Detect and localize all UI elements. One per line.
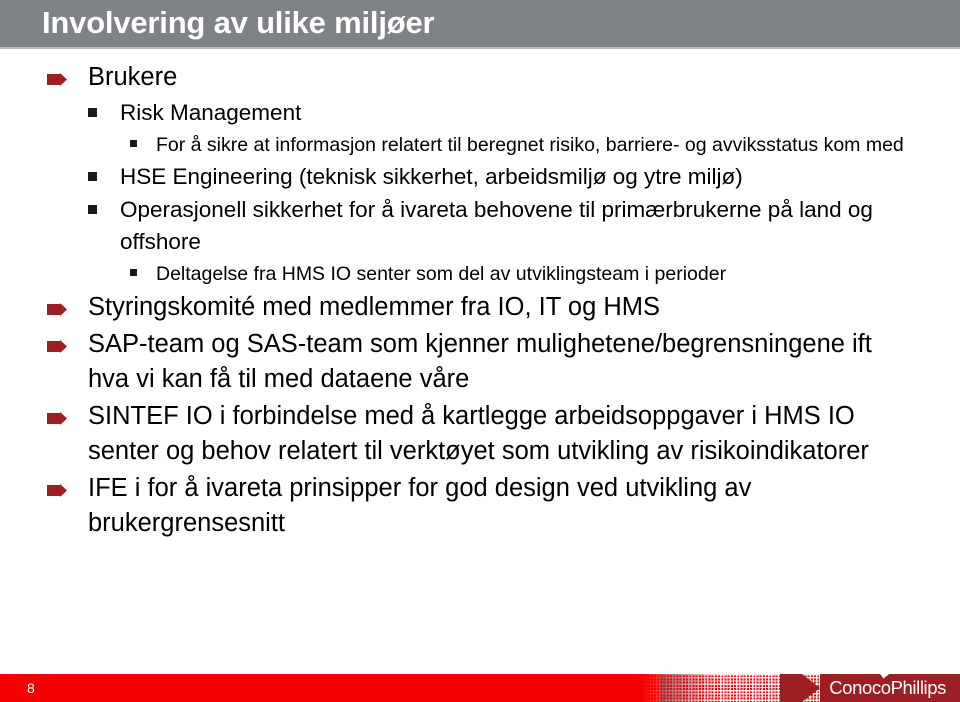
- bullet-item-level-2: Risk Management: [0, 97, 960, 129]
- bullet-item-level-1: Styringskomité med medlemmer fra IO, IT …: [0, 290, 960, 325]
- arrow-bullet-glyph: [47, 303, 67, 316]
- logo-label: ConocoPhillips: [829, 677, 946, 698]
- bullet-text: HSE Engineering (teknisk sikkerhet, arbe…: [120, 164, 743, 189]
- arrow-bullet-glyph: [47, 73, 67, 86]
- square-bullet-icon: [130, 269, 137, 276]
- arrow-bullet-icon: [47, 73, 67, 86]
- arrow-bullet-icon: [47, 303, 67, 316]
- bullet-item-level-3: For å sikre at informasjon relatert til …: [0, 130, 960, 160]
- swoosh-icon: [874, 670, 894, 679]
- bullet-item-level-1: SAP-team og SAS-team som kjenner mulighe…: [0, 327, 960, 397]
- bullet-text: Brukere: [88, 63, 178, 91]
- bullet-item-level-1: IFE i for å ivareta prinsipper for god d…: [0, 471, 960, 541]
- arrow-bullet-icon: [47, 340, 67, 353]
- bullet-item-level-1: SINTEF IO i forbindelse med å kartlegge …: [0, 399, 960, 469]
- square-bullet-icon: [88, 205, 97, 214]
- square-bullet-icon: [88, 172, 97, 181]
- title-underline: [0, 47, 960, 49]
- conocophillips-logo: ConocoPhillips: [829, 670, 946, 699]
- bullet-text: Styringskomité med medlemmer fra IO, IT …: [88, 293, 661, 321]
- square-bullet-icon: [130, 140, 137, 147]
- bullet-text: Deltagelse fra HMS IO senter som del av …: [156, 263, 727, 285]
- bullet-item-level-2: Operasjonell sikkerhet for å ivareta beh…: [0, 194, 960, 258]
- bullet-text: For å sikre at informasjon relatert til …: [156, 134, 904, 156]
- bullet-text: Operasjonell sikkerhet for å ivareta beh…: [120, 197, 873, 254]
- arrow-bullet-icon: [47, 412, 67, 425]
- arrow-bullet-glyph: [47, 484, 67, 497]
- square-bullet-icon: [88, 108, 97, 117]
- bullet-text: SINTEF IO i forbindelse med å kartlegge …: [88, 402, 869, 465]
- bullet-text: Risk Management: [120, 100, 302, 125]
- arrow-bullet-glyph: [47, 412, 67, 425]
- page-title: Involvering av ulike miljøer: [42, 5, 435, 40]
- slide-footer: 8 ConocoPhillips: [0, 670, 960, 702]
- page-number: 8: [27, 680, 35, 696]
- arrow-bullet-glyph: [47, 340, 67, 353]
- bullet-item-level-2: HSE Engineering (teknisk sikkerhet, arbe…: [0, 161, 960, 193]
- footer-red-band: [0, 674, 700, 702]
- bullet-item-level-3: Deltagelse fra HMS IO senter som del av …: [0, 259, 960, 289]
- bullet-text: SAP-team og SAS-team som kjenner mulighe…: [88, 330, 872, 393]
- bullet-text: IFE i for å ivareta prinsipper for god d…: [88, 474, 752, 537]
- bullet-item-level-1: Brukere: [0, 60, 960, 95]
- logo-wordmark: ConocoPhillips: [829, 670, 946, 699]
- slide-content: Brukere Risk Management For å sikre at inf…: [0, 60, 960, 660]
- arrow-bullet-icon: [47, 484, 67, 497]
